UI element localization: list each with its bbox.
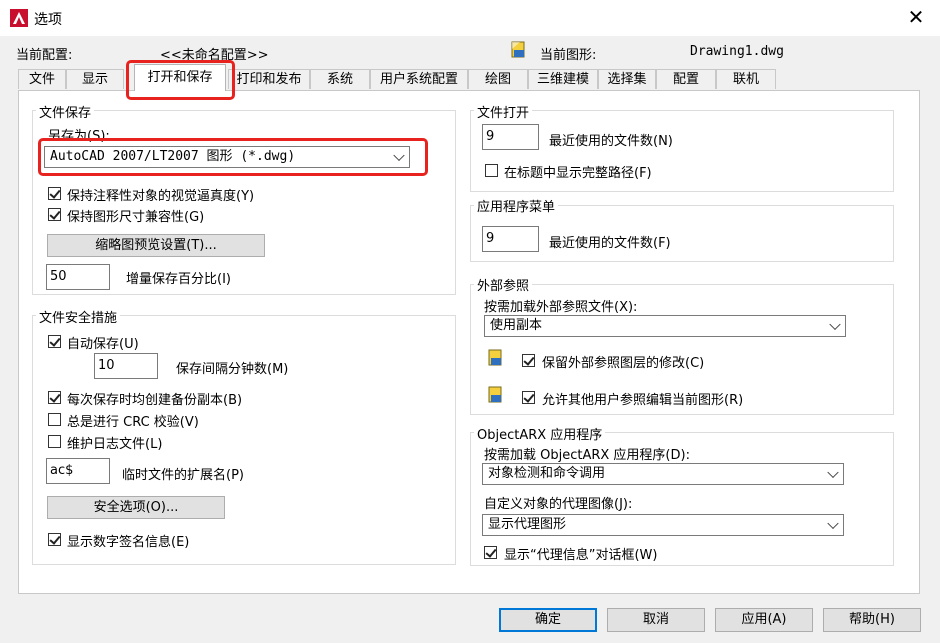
proxy-info-label: 显示“代理信息”对话框(W) — [504, 548, 658, 563]
title-bar — [0, 0, 940, 36]
digital-signature-label: 显示数字签名信息(E) — [67, 535, 190, 550]
allow-edit-checkbox[interactable] — [522, 391, 535, 404]
xref-demand-value: 使用副本 — [490, 318, 543, 333]
log-file-label: 维护日志文件(L) — [67, 437, 163, 452]
autosave-checkbox[interactable] — [48, 335, 61, 348]
apply-button[interactable]: 应用(A) — [715, 608, 813, 632]
current-drawing-label: 当前图形: — [540, 48, 597, 63]
allow-edit-label: 允许其他用户参照编辑当前图形(R) — [542, 393, 744, 408]
chevron-down-icon — [829, 318, 841, 331]
security-options-button[interactable]: 安全选项(O)... — [47, 496, 225, 519]
xref-title: 外部参照 — [474, 275, 533, 294]
save-as-label: 另存为(S): — [48, 129, 110, 144]
tab-3d-modeling[interactable]: 三维建模 — [528, 69, 598, 89]
tab-selection[interactable]: 选择集 — [598, 69, 656, 89]
file-open-title: 文件打开 — [474, 102, 533, 121]
objectarx-demand-value: 对象检测和命令调用 — [488, 466, 606, 481]
tab-files[interactable]: 文件 — [18, 69, 66, 89]
crc-checkbox[interactable] — [48, 413, 61, 426]
temp-ext-label: 临时文件的扩展名(P) — [122, 468, 244, 483]
proxy-image-select[interactable]: 显示代理图形 — [482, 514, 844, 536]
tab-user-prefs[interactable]: 用户系统配置 — [370, 69, 468, 89]
backup-checkbox[interactable] — [48, 391, 61, 404]
current-profile-label: 当前配置: — [16, 48, 73, 63]
save-as-value: AutoCAD 2007/LT2007 图形 (*.dwg) — [50, 149, 296, 164]
window-title: 选项 — [34, 12, 62, 28]
objectarx-title: ObjectARX 应用程序 — [474, 424, 606, 443]
autocad-app-icon — [10, 9, 28, 27]
current-profile-value: <<未命名配置>> — [160, 48, 269, 63]
chevron-down-icon — [827, 466, 839, 479]
tab-display[interactable]: 显示 — [66, 69, 124, 89]
autosave-interval-label: 保存间隔分钟数(M) — [176, 362, 289, 377]
incremental-save-input[interactable]: 50 — [46, 264, 110, 290]
temp-ext-input[interactable]: ac$ — [46, 458, 110, 484]
xref-demand-select[interactable]: 使用副本 — [484, 315, 846, 337]
proxy-info-checkbox[interactable] — [484, 546, 497, 559]
current-drawing-value: Drawing1.dwg — [690, 44, 784, 59]
xref-demand-label: 按需加载外部参照文件(X): — [484, 300, 638, 315]
file-save-title: 文件保存 — [36, 102, 95, 121]
drawing-icon — [511, 41, 525, 58]
autosave-interval-input[interactable]: 10 — [94, 353, 158, 379]
thumbnail-settings-button[interactable]: 缩略图预览设置(T)... — [47, 234, 265, 257]
ok-button[interactable]: 确定 — [499, 608, 597, 632]
annot-visual-checkbox[interactable] — [48, 187, 61, 200]
tab-profiles[interactable]: 配置 — [656, 69, 716, 89]
log-file-checkbox[interactable] — [48, 435, 61, 448]
objectarx-demand-select[interactable]: 对象检测和命令调用 — [482, 463, 844, 485]
incremental-save-label: 增量保存百分比(I) — [126, 272, 231, 287]
cancel-button[interactable]: 取消 — [607, 608, 705, 632]
app-menu-recent-label: 最近使用的文件数(F) — [549, 236, 671, 251]
drawing-size-label: 保持图形尺寸兼容性(G) — [67, 210, 205, 225]
full-path-checkbox[interactable] — [485, 164, 498, 177]
chevron-down-icon — [393, 149, 405, 162]
retain-xref-label: 保留外部参照图层的修改(C) — [542, 356, 705, 371]
backup-label: 每次保存时均创建备份副本(B) — [67, 393, 243, 408]
objectarx-demand-label: 按需加载 ObjectARX 应用程序(D): — [484, 448, 690, 463]
save-as-select[interactable]: AutoCAD 2007/LT2007 图形 (*.dwg) — [44, 146, 410, 168]
proxy-image-label: 自定义对象的代理图像(J): — [484, 497, 633, 512]
app-menu-title: 应用程序菜单 — [474, 196, 559, 215]
tab-drafting[interactable]: 绘图 — [468, 69, 528, 89]
help-button[interactable]: 帮助(H) — [823, 608, 921, 632]
annot-visual-label: 保持注释性对象的视觉逼真度(Y) — [67, 189, 255, 204]
crc-label: 总是进行 CRC 校验(V) — [67, 415, 199, 430]
recent-files-label: 最近使用的文件数(N) — [549, 134, 673, 149]
drawing-icon — [488, 386, 502, 403]
retain-xref-checkbox[interactable] — [522, 354, 535, 367]
recent-files-input[interactable]: 9 — [482, 124, 539, 150]
tab-online[interactable]: 联机 — [716, 69, 776, 89]
tab-system[interactable]: 系统 — [310, 69, 370, 89]
file-safety-title: 文件安全措施 — [36, 307, 121, 326]
tab-plot-publish[interactable]: 打印和发布 — [228, 69, 310, 89]
chevron-down-icon — [827, 517, 839, 530]
drawing-icon — [488, 349, 502, 366]
autosave-label: 自动保存(U) — [67, 337, 139, 352]
tab-open-save[interactable]: 打开和保存 — [134, 64, 226, 91]
full-path-label: 在标题中显示完整路径(F) — [504, 166, 652, 181]
proxy-image-value: 显示代理图形 — [488, 517, 567, 532]
digital-signature-checkbox[interactable] — [48, 533, 61, 546]
tab-bar: 文件 显示 打开和保存 打印和发布 系统 用户系统配置 绘图 三维建模 选择集 … — [18, 64, 778, 91]
drawing-size-checkbox[interactable] — [48, 208, 61, 221]
close-icon[interactable]: ✕ — [902, 6, 930, 30]
app-menu-recent-input[interactable]: 9 — [482, 226, 539, 252]
